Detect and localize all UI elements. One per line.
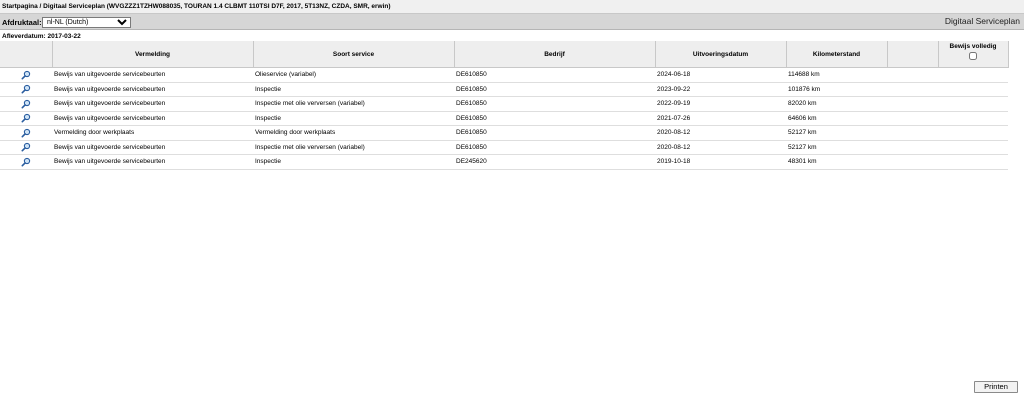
table-row: Vermelding door werkplaats Vermelding doo…	[0, 125, 1008, 141]
cell-km: 52127 km	[786, 140, 887, 155]
table-row: Bewijs van uitgevoerde servicebeurten Ins…	[0, 82, 1008, 97]
cell-bewijs	[938, 96, 1008, 112]
cell-datum: 2022-09-19	[655, 96, 786, 112]
cell-bewijs	[938, 67, 1008, 83]
magnifier-icon[interactable]	[21, 70, 31, 80]
cell-bedrijf: DE610850	[454, 82, 655, 97]
col-soort-header: Soort service	[253, 41, 455, 68]
cell-datum: 2024-06-18	[655, 67, 786, 83]
cell-soort: Inspectie	[253, 111, 454, 126]
table-row: Bewijs van uitgevoerde servicebeurten Ins…	[0, 154, 1008, 170]
row-detail-cell	[0, 67, 52, 83]
cell-empty	[887, 111, 938, 126]
app-title: Digitaal Serviceplan	[944, 16, 1020, 26]
print-button[interactable]: Printen	[974, 381, 1018, 393]
magnifier-icon[interactable]	[21, 113, 31, 123]
cell-bewijs	[938, 82, 1008, 97]
cell-soort: Inspectie met olie verversen (variabel)	[253, 96, 454, 112]
col-bewijs-header: Bewijs volledig	[938, 41, 1009, 68]
cell-empty	[887, 154, 938, 170]
cell-empty	[887, 140, 938, 155]
cell-soort: Olieservice (variabel)	[253, 67, 454, 83]
col-bedrijf-header: Bedrijf	[454, 41, 656, 68]
row-detail-cell	[0, 125, 52, 141]
cell-bedrijf: DE610850	[454, 96, 655, 112]
cell-datum: 2020-08-12	[655, 125, 786, 141]
cell-soort: Vermelding door werkplaats	[253, 125, 454, 141]
row-detail-cell	[0, 111, 52, 126]
table-row: Bewijs van uitgevoerde servicebeurten Ins…	[0, 96, 1008, 112]
cell-empty	[887, 67, 938, 83]
print-language-select[interactable]: nl-NL (Dutch)	[42, 17, 131, 28]
table-row: Bewijs van uitgevoerde servicebeurten Ins…	[0, 140, 1008, 155]
magnifier-icon[interactable]	[21, 99, 31, 109]
cell-km: 64606 km	[786, 111, 887, 126]
cell-datum: 2020-08-12	[655, 140, 786, 155]
col-empty-header	[887, 41, 939, 68]
print-language-label: Afdruktaal:	[2, 18, 42, 27]
cell-bedrijf: DE245620	[454, 154, 655, 170]
cell-bedrijf: DE610850	[454, 140, 655, 155]
cell-datum: 2023-09-22	[655, 82, 786, 97]
magnifier-icon[interactable]	[21, 84, 31, 94]
magnifier-icon[interactable]	[21, 128, 31, 138]
cell-soort: Inspectie	[253, 154, 454, 170]
cell-bewijs	[938, 125, 1008, 141]
row-detail-cell	[0, 154, 52, 170]
col-datum-header: Uitvoeringsdatum	[655, 41, 787, 68]
delivery-date: Afleverdatum: 2017-03-22	[2, 33, 81, 40]
bewijs-volledig-checkbox[interactable]	[969, 52, 977, 60]
cell-vermelding: Vermelding door werkplaats	[52, 125, 253, 141]
cell-vermelding: Bewijs van uitgevoerde servicebeurten	[52, 96, 253, 112]
cell-datum: 2021-07-26	[655, 111, 786, 126]
cell-vermelding: Bewijs van uitgevoerde servicebeurten	[52, 154, 253, 170]
cell-datum: 2019-10-18	[655, 154, 786, 170]
col-vermelding-header: Vermelding	[52, 41, 254, 68]
cell-km: 48301 km	[786, 154, 887, 170]
cell-empty	[887, 82, 938, 97]
row-detail-cell	[0, 82, 52, 97]
cell-soort: Inspectie	[253, 82, 454, 97]
cell-km: 114688 km	[786, 67, 887, 83]
cell-km: 101876 km	[786, 82, 887, 97]
cell-bewijs	[938, 154, 1008, 170]
cell-km: 52127 km	[786, 125, 887, 141]
cell-vermelding: Bewijs van uitgevoerde servicebeurten	[52, 67, 253, 83]
row-detail-cell	[0, 96, 52, 112]
service-table: Vermelding Soort service Bedrijf Uitvoer…	[0, 41, 1009, 170]
magnifier-icon[interactable]	[21, 157, 31, 167]
magnifier-icon[interactable]	[21, 142, 31, 152]
row-detail-cell	[0, 140, 52, 155]
toolbar: Afdruktaal: nl-NL (Dutch) Digitaal Servi…	[0, 14, 1024, 30]
cell-empty	[887, 96, 938, 112]
col-km-header: Kilometerstand	[786, 41, 888, 68]
cell-km: 82020 km	[786, 96, 887, 112]
table-row: Bewijs van uitgevoerde servicebeurten Oli…	[0, 67, 1008, 83]
cell-bedrijf: DE610850	[454, 125, 655, 141]
cell-vermelding: Bewijs van uitgevoerde servicebeurten	[52, 140, 253, 155]
table-row: Bewijs van uitgevoerde servicebeurten Ins…	[0, 111, 1008, 126]
col-icon-header	[0, 41, 53, 68]
cell-bewijs	[938, 111, 1008, 126]
cell-soort: Inspectie met olie verversen (variabel)	[253, 140, 454, 155]
cell-bewijs	[938, 140, 1008, 155]
bewijs-volledig-label: Bewijs volledig	[949, 43, 997, 50]
cell-bedrijf: DE610850	[454, 111, 655, 126]
table-header-row: Vermelding Soort service Bedrijf Uitvoer…	[0, 41, 1009, 68]
breadcrumb: Startpagina / Digitaal Serviceplan (WVGZ…	[0, 0, 1024, 14]
cell-vermelding: Bewijs van uitgevoerde servicebeurten	[52, 82, 253, 97]
cell-empty	[887, 125, 938, 141]
cell-bedrijf: DE610850	[454, 67, 655, 83]
cell-vermelding: Bewijs van uitgevoerde servicebeurten	[52, 111, 253, 126]
